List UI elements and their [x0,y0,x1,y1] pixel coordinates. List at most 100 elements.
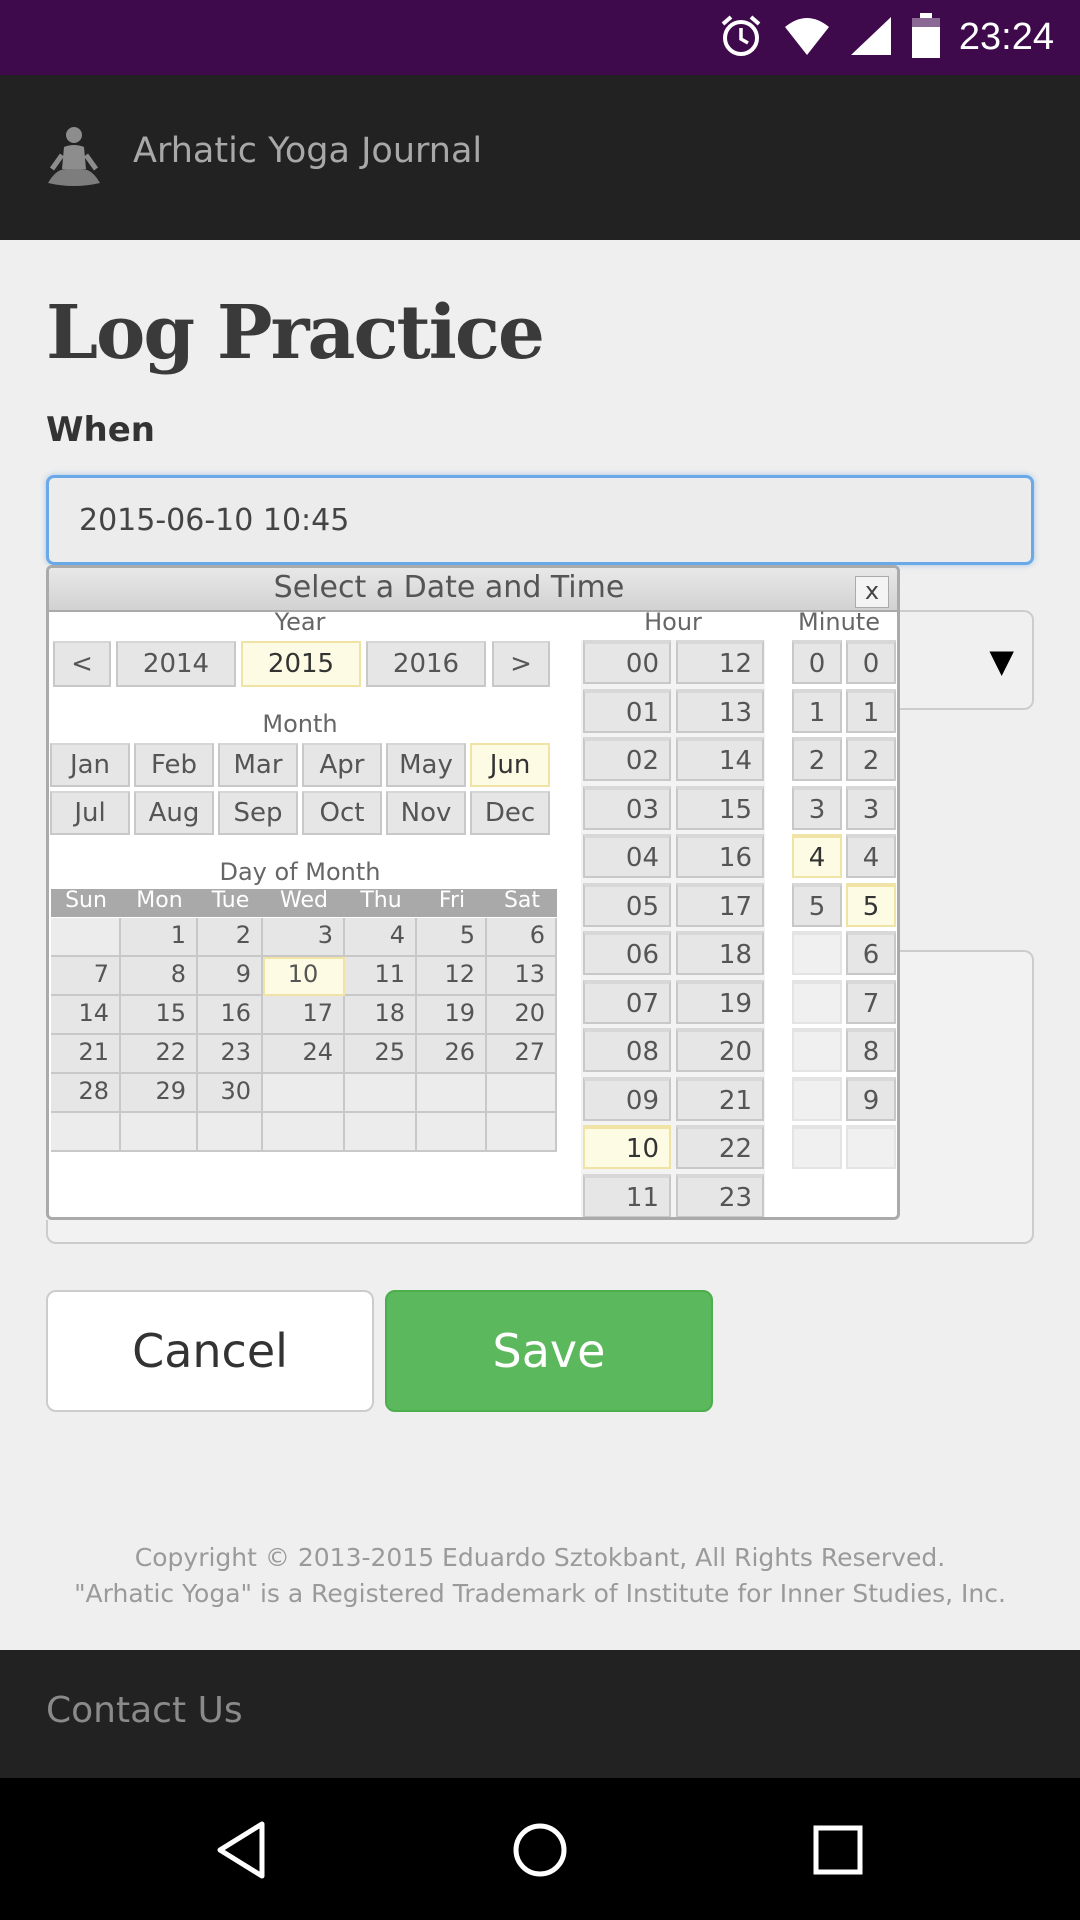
minute-ones-option[interactable]: 8 [846,1028,896,1072]
hour-option[interactable]: 21 [676,1076,764,1121]
hour-option[interactable]: 14 [676,737,764,781]
month-option[interactable]: Apr [302,743,382,787]
hour-option[interactable]: 18 [676,931,764,975]
year-option[interactable]: 2016 [366,641,486,687]
when-input[interactable] [46,475,1034,565]
month-option[interactable]: Dec [470,791,550,835]
year-option[interactable]: 2014 [116,641,236,687]
back-icon[interactable] [210,1818,274,1886]
year-option[interactable]: 2015 [241,641,361,687]
day-cell[interactable]: 8 [121,957,198,996]
year-next-button[interactable]: > [492,641,550,687]
month-option[interactable]: Nov [386,791,466,835]
hour-option[interactable]: 10 [583,1125,671,1169]
day-cell[interactable]: 26 [417,1035,487,1074]
meditating-figure-icon[interactable] [44,125,104,191]
hour-option[interactable]: 15 [676,785,764,830]
day-cell[interactable]: 25 [345,1035,417,1074]
day-cell[interactable]: 19 [417,996,487,1035]
minute-ones-option[interactable]: 3 [846,785,896,830]
notes-textarea[interactable] [880,950,1034,1244]
day-cell[interactable]: 27 [487,1035,557,1074]
practice-select[interactable]: ▼ [880,610,1034,710]
day-cell[interactable]: 2 [198,918,263,957]
month-option[interactable]: Jun [470,743,550,787]
day-cell[interactable]: 22 [121,1035,198,1074]
day-cell[interactable]: 16 [198,996,263,1035]
hour-option[interactable]: 09 [583,1076,671,1121]
month-option[interactable]: Feb [134,743,214,787]
minute-ones-option[interactable]: 2 [846,737,896,781]
minute-ones-option[interactable]: 4 [846,834,896,878]
minute-ones-option[interactable]: 6 [846,931,896,975]
hour-option[interactable]: 22 [676,1125,764,1169]
contact-us-link[interactable]: Contact Us [46,1690,243,1731]
day-cell[interactable]: 4 [345,918,417,957]
day-cell[interactable]: 23 [198,1035,263,1074]
month-option[interactable]: Sep [218,791,298,835]
day-cell[interactable]: 18 [345,996,417,1035]
hour-option[interactable]: 06 [583,931,671,975]
day-cell[interactable]: 11 [345,957,417,996]
day-cell[interactable]: 1 [121,918,198,957]
minute-tens-option[interactable]: 2 [792,737,842,781]
hour-option[interactable]: 05 [583,882,671,927]
day-cell[interactable]: 15 [121,996,198,1035]
minute-tens-option[interactable]: 0 [792,640,842,684]
home-icon[interactable] [508,1818,572,1886]
month-option[interactable]: Jan [50,743,130,787]
month-option[interactable]: Mar [218,743,298,787]
hour-option[interactable]: 04 [583,834,671,878]
day-cell[interactable]: 17 [263,996,345,1035]
minute-tens-option[interactable]: 5 [792,882,842,927]
day-cell[interactable]: 20 [487,996,557,1035]
month-option[interactable]: May [386,743,466,787]
hour-option[interactable]: 16 [676,834,764,878]
recents-icon[interactable] [808,1820,868,1884]
day-cell[interactable]: 7 [51,957,121,996]
minute-ones-option[interactable]: 1 [846,688,896,733]
minute-tens-option[interactable]: 4 [792,834,842,878]
day-cell[interactable]: 28 [51,1074,121,1113]
day-cell[interactable]: 9 [198,957,263,996]
minute-tens-option[interactable]: 1 [792,688,842,733]
day-cell[interactable]: 30 [198,1074,263,1113]
save-button[interactable]: Save [385,1290,713,1412]
hour-option[interactable]: 07 [583,979,671,1024]
day-cell[interactable]: 24 [263,1035,345,1074]
hour-option[interactable]: 17 [676,882,764,927]
hour-option[interactable]: 20 [676,1028,764,1072]
day-cell[interactable]: 3 [263,918,345,957]
hour-option[interactable]: 11 [583,1173,671,1217]
day-cell[interactable]: 10 [263,957,345,996]
minute-ones-option[interactable]: 9 [846,1076,896,1121]
hour-option[interactable]: 00 [583,640,671,684]
minute-tens-option[interactable]: 3 [792,785,842,830]
day-cell[interactable]: 21 [51,1035,121,1074]
day-cell[interactable]: 13 [487,957,557,996]
minute-ones-option[interactable]: 5 [846,882,896,927]
day-cell[interactable]: 5 [417,918,487,957]
close-button[interactable]: x [855,576,889,608]
month-option[interactable]: Aug [134,791,214,835]
day-cell[interactable]: 14 [51,996,121,1035]
month-option[interactable]: Oct [302,791,382,835]
hour-option[interactable]: 19 [676,979,764,1024]
day-cell[interactable]: 12 [417,957,487,996]
hour-option[interactable]: 03 [583,785,671,830]
hour-option[interactable]: 02 [583,737,671,781]
day-cell[interactable]: 6 [487,918,557,957]
month-option[interactable]: Jul [50,791,130,835]
hour-option[interactable]: 12 [676,640,764,684]
hour-option[interactable]: 01 [583,688,671,733]
hour-option[interactable]: 23 [676,1173,764,1217]
cancel-button[interactable]: Cancel [46,1290,374,1412]
hour-option[interactable]: 08 [583,1028,671,1072]
day-cell[interactable]: 29 [121,1074,198,1113]
minute-ones-option[interactable]: 0 [846,640,896,684]
notes-textarea-bottom[interactable] [46,1220,1034,1244]
minute-ones-option[interactable]: 7 [846,979,896,1024]
year-prev-button[interactable]: < [53,641,111,687]
hour-option[interactable]: 13 [676,688,764,733]
app-title[interactable]: Arhatic Yoga Journal [133,131,482,171]
